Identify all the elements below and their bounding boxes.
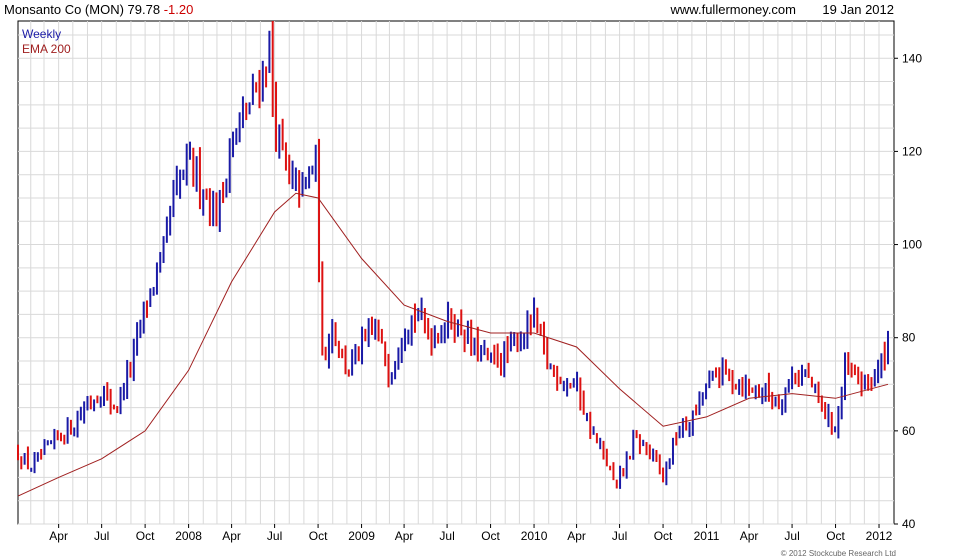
x-tick-label: Apr: [222, 529, 241, 543]
x-tick-label: Jul: [439, 529, 454, 543]
x-tick-label: 2012: [866, 529, 893, 543]
candlestick-chart: 40 60 80 100 120 140 Apr Jul Oct 2008 Apr Jul Oct 20…: [17, 20, 922, 543]
price-change: -1.20: [163, 2, 194, 17]
x-axis: Apr Jul Oct 2008 Apr Jul Oct 2009 Apr Jul Oct 2010 A…: [49, 524, 893, 543]
chart-title: Monsanto Co (MON) 79.78 -1.20: [4, 2, 193, 17]
legend: Weekly EMA 200: [22, 27, 71, 57]
y-tick-label: 60: [902, 424, 916, 438]
plot-area: [17, 20, 895, 525]
x-tick-label: Apr: [395, 529, 414, 543]
x-tick-label: Oct: [654, 529, 673, 543]
y-tick-label: 40: [902, 517, 916, 531]
last-price: 79.78: [127, 2, 161, 17]
copyright: © 2012 Stockcube Research Ltd: [780, 549, 896, 558]
x-tick-label: Oct: [481, 529, 500, 543]
x-tick-label: Apr: [567, 529, 586, 543]
y-tick-label: 120: [902, 144, 922, 158]
x-tick-label: 2010: [521, 529, 548, 543]
y-tick-label: 140: [902, 51, 922, 65]
x-tick-label: Apr: [740, 529, 759, 543]
y-tick-label: 100: [902, 238, 922, 252]
x-tick-label: Jul: [784, 529, 799, 543]
legend-weekly: Weekly: [22, 27, 62, 41]
x-tick-label: Oct: [309, 529, 328, 543]
x-tick-label: Jul: [267, 529, 282, 543]
y-axis: 40 60 80 100 120 140: [894, 51, 922, 531]
x-tick-label: Oct: [136, 529, 155, 543]
x-tick-label: Jul: [612, 529, 627, 543]
x-tick-label: 2011: [694, 529, 720, 543]
x-tick-label: Apr: [49, 529, 68, 543]
y-tick-label: 80: [902, 331, 916, 345]
chart-header: Monsanto Co (MON) 79.78 -1.20 www.fuller…: [0, 0, 900, 20]
x-tick-label: 2009: [348, 529, 375, 543]
x-tick-label: Jul: [94, 529, 109, 543]
x-tick-label: 2008: [175, 529, 202, 543]
ticker-name: Monsanto Co (MON): [4, 2, 124, 17]
legend-ema: EMA 200: [22, 42, 71, 56]
x-tick-label: Oct: [826, 529, 845, 543]
chart-date: 19 Jan 2012: [822, 2, 894, 17]
site-url[interactable]: www.fullermoney.com: [671, 2, 796, 17]
